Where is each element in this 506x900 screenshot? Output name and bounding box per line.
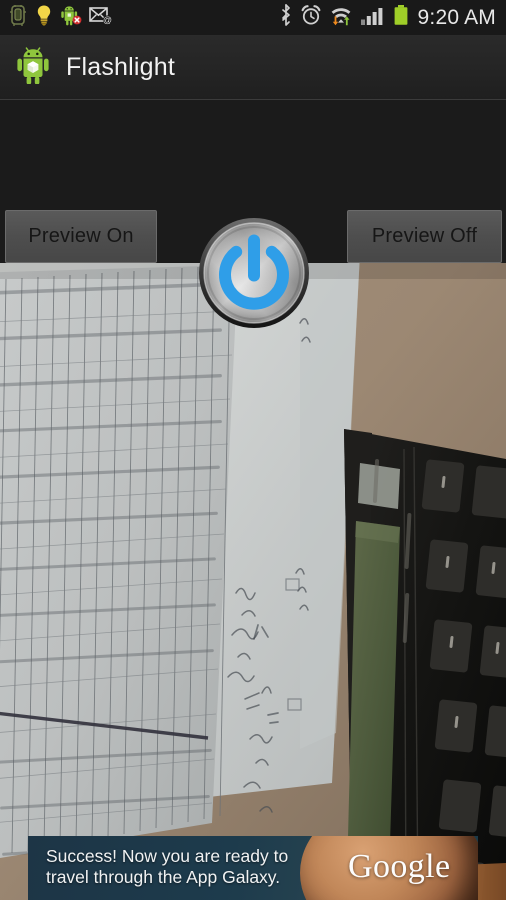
battery-icon bbox=[393, 4, 409, 31]
wifi-data-transfer-icon bbox=[329, 4, 353, 31]
google-ad-banner[interactable]: Success! Now you are ready to travel thr… bbox=[28, 836, 478, 900]
bluetooth-icon bbox=[279, 4, 293, 31]
email-at-icon: @ bbox=[89, 5, 113, 30]
flashlight-control-panel: Preview On Preview Off bbox=[0, 100, 506, 328]
android-error-icon bbox=[60, 4, 82, 31]
power-toggle-button[interactable] bbox=[198, 217, 310, 329]
flashlight-app-notification-icon bbox=[8, 4, 28, 31]
preview-off-button[interactable]: Preview Off bbox=[347, 210, 502, 263]
status-bar[interactable]: @ 9:20 AM bbox=[0, 0, 506, 36]
android-phone-screen: @ 9:20 AM Flashlight Preview On Preview … bbox=[0, 0, 506, 900]
svg-text:@: @ bbox=[103, 15, 112, 25]
status-bar-system-icons: 9:20 AM bbox=[279, 4, 506, 31]
page-title: Flashlight bbox=[66, 53, 175, 81]
alarm-clock-icon bbox=[300, 4, 322, 31]
google-wordmark: Google bbox=[348, 848, 451, 885]
ad-headline-line-1: Success! Now you are ready to bbox=[46, 846, 289, 866]
preview-on-button[interactable]: Preview On bbox=[5, 210, 157, 263]
ad-headline-line-2: travel through the App Galaxy. bbox=[46, 867, 281, 887]
app-action-bar: Flashlight bbox=[0, 36, 506, 100]
ad-headline: Success! Now you are ready to travel thr… bbox=[46, 846, 308, 888]
android-robot-icon bbox=[16, 46, 50, 89]
lightbulb-icon bbox=[35, 4, 53, 31]
camera-preview-surface[interactable] bbox=[0, 263, 506, 900]
status-bar-clock: 9:20 AM bbox=[417, 5, 496, 29]
cellular-signal-icon bbox=[360, 4, 386, 31]
status-bar-notification-icons: @ bbox=[0, 4, 113, 31]
